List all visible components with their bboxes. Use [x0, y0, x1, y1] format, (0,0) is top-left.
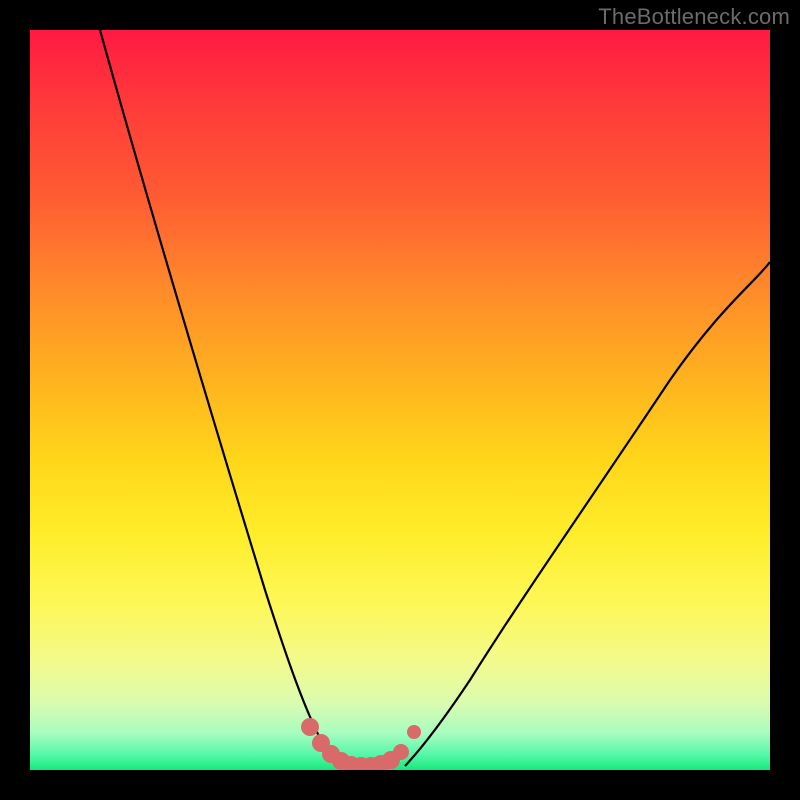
- chart-frame: TheBottleneck.com: [0, 0, 800, 800]
- marker-dot: [407, 725, 421, 739]
- plot-area: [30, 30, 770, 770]
- watermark-text: TheBottleneck.com: [598, 4, 790, 30]
- right-curve: [405, 262, 770, 766]
- marker-dot: [301, 718, 319, 736]
- marker-group: [301, 718, 421, 770]
- marker-dot: [393, 744, 409, 760]
- chart-svg: [30, 30, 770, 770]
- left-curve: [100, 30, 340, 766]
